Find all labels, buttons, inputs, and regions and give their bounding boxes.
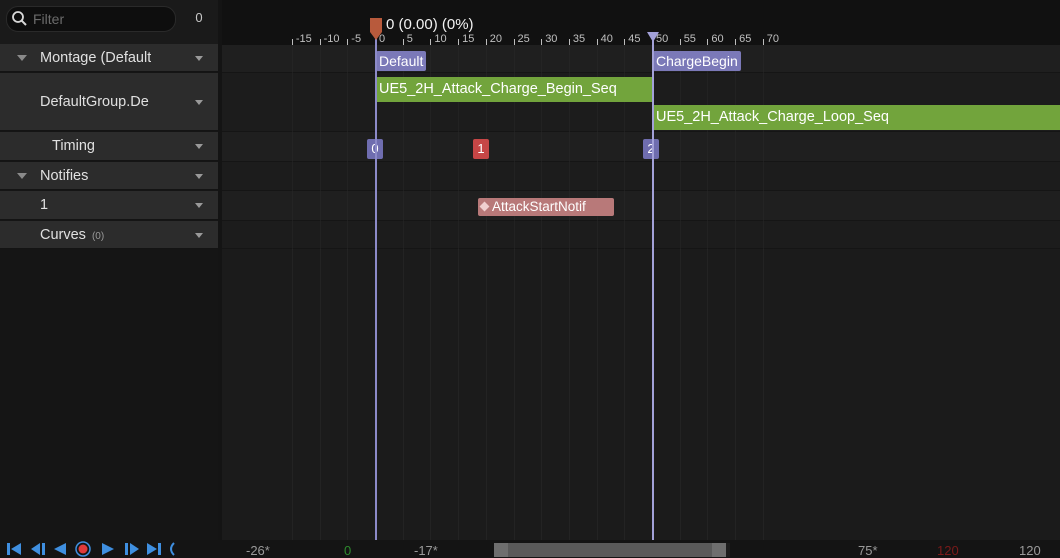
ruler-label: 45	[628, 33, 641, 45]
grid-line	[707, 45, 709, 250]
section-line[interactable]	[652, 38, 654, 540]
chevron-down-icon[interactable]	[195, 232, 203, 238]
ruler-label: 5	[406, 33, 413, 45]
playhead-line	[375, 38, 377, 540]
track-row-curves[interactable]: Curves (0)	[0, 221, 218, 249]
time-ruler[interactable]: -15 -10 -5 0 5 10 15 20 25 30 35 40 45 50 55 60 65 70	[222, 0, 1060, 48]
ruler-label: 35	[572, 33, 586, 45]
grid-line	[402, 45, 404, 250]
view-end-label[interactable]: 120	[1019, 543, 1041, 558]
section-tag-default[interactable]: Default	[376, 51, 427, 71]
grid-line	[513, 45, 515, 250]
ruler-label: 60	[711, 33, 724, 45]
section-marker-icon[interactable]	[647, 32, 659, 42]
ruler-label: 15	[462, 33, 475, 45]
play-icon[interactable]	[100, 541, 116, 557]
grid-line	[291, 45, 293, 250]
chevron-down-icon[interactable]	[195, 55, 203, 61]
track-row-notify-1[interactable]: 1	[0, 191, 218, 220]
segment-charge-loop[interactable]: UE5_2H_Attack_Charge_Loop_Seq	[653, 105, 1060, 130]
playhead-handle[interactable]	[370, 18, 382, 40]
timeline-scroll-thumb[interactable]	[494, 543, 726, 557]
go-to-end-icon[interactable]	[146, 541, 162, 557]
montage-editor: 0 Montage (Default DefaultGroup.De Timin…	[0, 0, 1060, 558]
ruler-label: 25	[517, 33, 530, 45]
grid-line	[596, 45, 598, 250]
expand-arrow-icon[interactable]	[17, 54, 27, 61]
diamond-icon	[479, 201, 490, 212]
section-tag-chargebegin[interactable]: ChargeBegin	[653, 51, 741, 71]
grid-line	[430, 45, 432, 250]
track-row-notifies[interactable]: Notifies	[0, 162, 218, 190]
filter-box[interactable]	[6, 6, 176, 32]
chevron-down-icon[interactable]	[195, 144, 203, 149]
chevron-down-icon[interactable]	[195, 99, 203, 105]
filter-count: 0	[195, 10, 203, 25]
step-back-icon[interactable]	[30, 541, 46, 557]
segment-charge-begin[interactable]: UE5_2H_Attack_Charge_Begin_Seq	[376, 77, 653, 102]
grid-line	[679, 45, 681, 250]
ruler-label: 70	[766, 33, 780, 45]
grid-line	[347, 45, 349, 250]
curves-label: Curves	[40, 226, 86, 243]
playhead-time: 0 (0.00) (0%)	[386, 16, 474, 33]
timing-badge[interactable]: 1	[473, 139, 489, 159]
range-start-label[interactable]: -17*	[414, 543, 438, 558]
ruler-label: 65	[739, 33, 752, 45]
loop-icon[interactable]	[166, 541, 176, 557]
transport-bar: -26* 0 -17* 75* 120 120	[0, 540, 1060, 558]
grid-line	[762, 45, 764, 250]
play-reverse-icon[interactable]	[52, 541, 68, 557]
curves-count: (0)	[91, 230, 105, 242]
ruler-label: 20	[489, 33, 503, 45]
filter-row: 0	[0, 0, 218, 44]
timing-badge[interactable]: 2	[643, 139, 659, 159]
track-label: DefaultGroup.De	[40, 93, 149, 110]
track-label: Timing	[52, 138, 95, 154]
work-end-label[interactable]: 120	[937, 543, 959, 558]
notify-chip[interactable]: AttackStartNotif	[478, 198, 614, 216]
grid-line	[735, 45, 737, 250]
record-icon[interactable]	[74, 541, 92, 557]
chevron-down-icon[interactable]	[195, 173, 203, 179]
grid-line	[541, 45, 543, 250]
grid-line	[568, 45, 570, 250]
step-forward-icon[interactable]	[124, 541, 140, 557]
track-label: Notifies	[40, 167, 89, 184]
range-end-label[interactable]: 75*	[858, 543, 878, 558]
view-start-label[interactable]: -26*	[246, 543, 270, 558]
track-label: Curves (0)	[40, 227, 104, 243]
track-row-timing[interactable]: Timing	[0, 132, 218, 161]
ruler-label: 10	[434, 33, 447, 45]
ruler-label: 55	[683, 33, 696, 45]
ruler-label: -15	[295, 33, 312, 45]
track-label: 1	[40, 197, 49, 213]
timeline[interactable]: -15 -10 -5 0 5 10 15 20 25 30 35 40 45 50 55 60 65 70 Def…	[222, 0, 1060, 540]
go-to-start-icon[interactable]	[6, 541, 22, 557]
ruler-label: 40	[600, 33, 613, 45]
ruler-label: 30	[545, 33, 558, 45]
ruler-label: -5	[351, 33, 362, 45]
scroll-grip-right[interactable]	[712, 543, 726, 557]
track-row-default-group[interactable]: DefaultGroup.De	[0, 73, 218, 131]
track-panel: 0 Montage (Default DefaultGroup.De Timin…	[0, 0, 218, 557]
grid-line	[624, 45, 626, 250]
grid-line	[458, 45, 460, 250]
search-icon	[12, 11, 27, 26]
filter-input[interactable]	[33, 10, 173, 28]
work-start-label[interactable]: 0	[344, 543, 351, 558]
grid-line	[319, 45, 321, 250]
track-row-montage[interactable]: Montage (Default	[0, 44, 218, 72]
expand-arrow-icon[interactable]	[17, 172, 27, 179]
notify-label: AttackStartNotif	[492, 199, 586, 214]
ruler-label: -10	[323, 33, 340, 45]
scroll-grip-left[interactable]	[494, 543, 508, 557]
track-label: Montage (Default	[40, 49, 152, 66]
chevron-down-icon[interactable]	[195, 203, 203, 208]
